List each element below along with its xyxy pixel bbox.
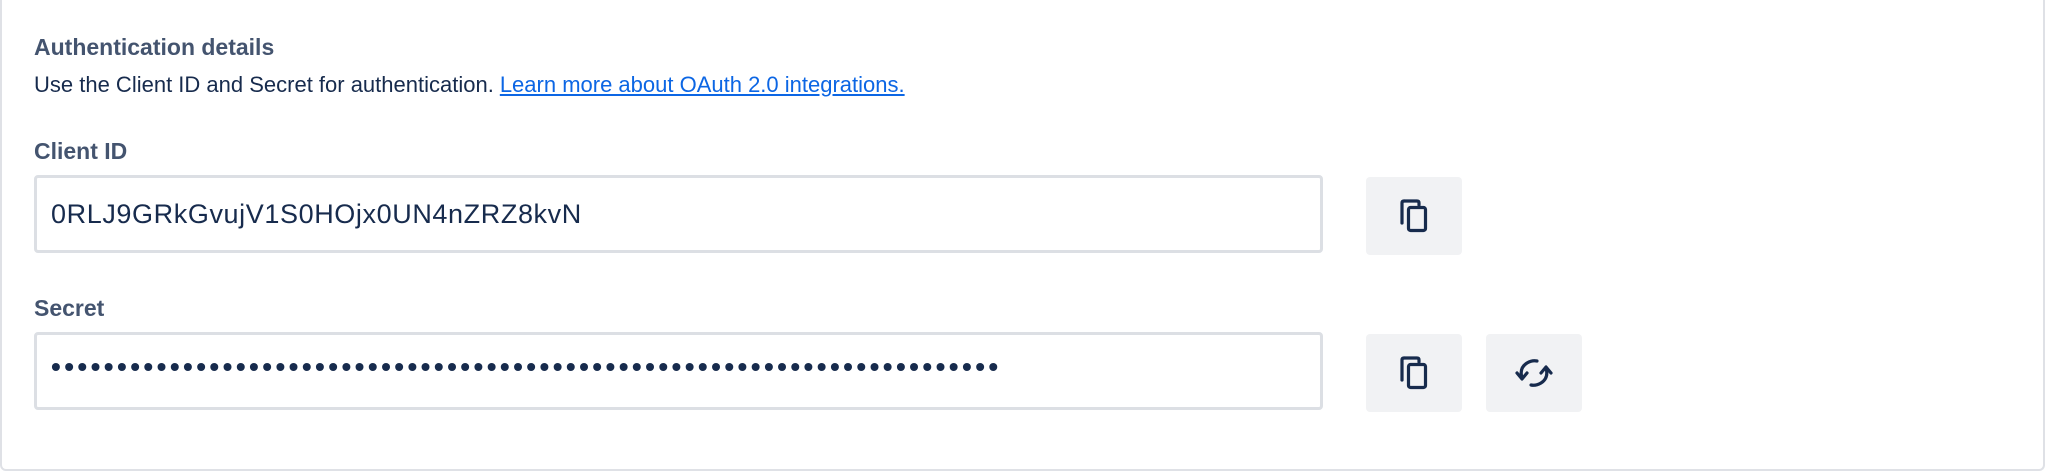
refresh-icon: [1515, 359, 1553, 387]
copy-icon: [1400, 199, 1428, 233]
client-id-label: Client ID: [34, 138, 128, 164]
auth-description: Use the Client ID and Secret for authent…: [34, 70, 905, 100]
copy-secret-button[interactable]: [1366, 334, 1462, 412]
section-title: Authentication details: [34, 34, 275, 60]
client-id-field[interactable]: 0RLJ9GRkGvujV1S0HOjx0UN4nZRZ8kvN: [34, 175, 1323, 253]
copy-client-id-button[interactable]: [1366, 177, 1462, 255]
client-id-value: 0RLJ9GRkGvujV1S0HOjx0UN4nZRZ8kvN: [51, 198, 582, 229]
secret-field[interactable]: ••••••••••••••••••••••••••••••••••••••••…: [34, 332, 1323, 410]
rotate-secret-button[interactable]: [1486, 334, 1582, 412]
learn-more-link[interactable]: Learn more about OAuth 2.0 integrations.: [500, 72, 905, 97]
secret-masked-value: ••••••••••••••••••••••••••••••••••••••••…: [51, 351, 1002, 382]
secret-label: Secret: [34, 295, 105, 321]
authentication-panel: Authentication details Use the Client ID…: [0, 0, 2045, 471]
copy-icon: [1400, 356, 1428, 390]
description-text: Use the Client ID and Secret for authent…: [34, 72, 494, 97]
